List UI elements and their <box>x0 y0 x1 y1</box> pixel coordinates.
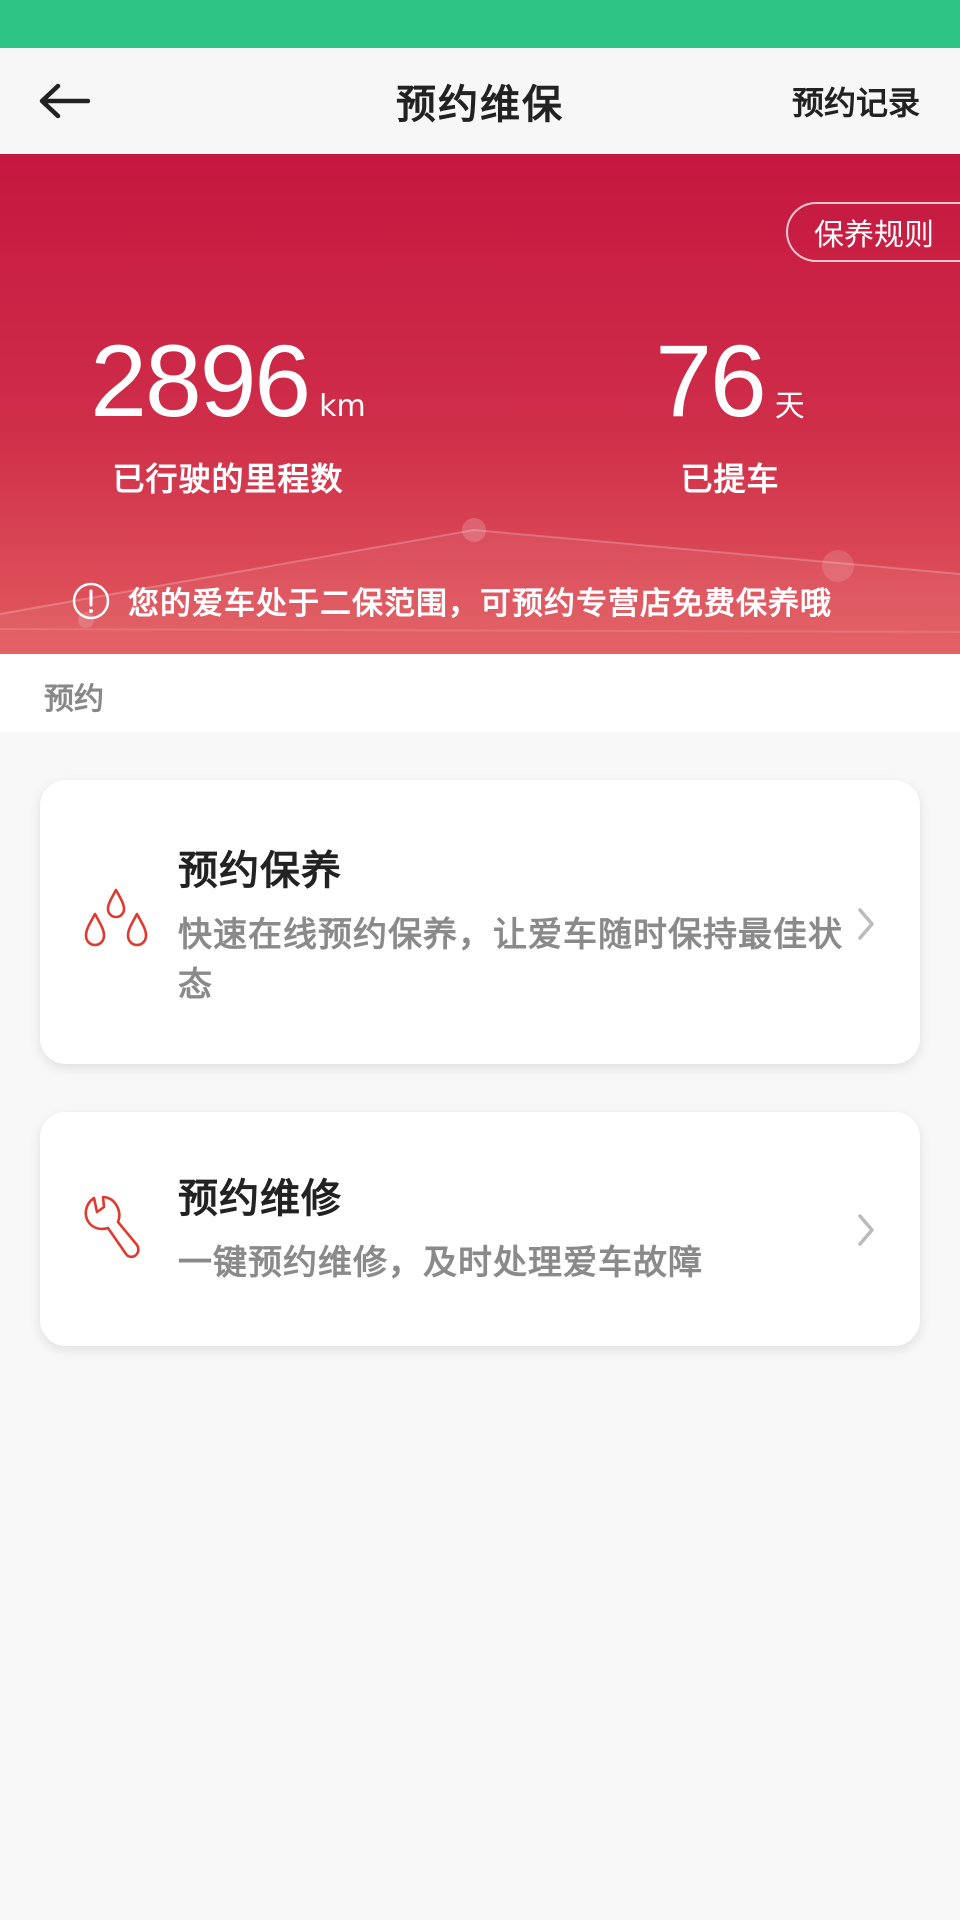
days-value: 76 <box>655 324 766 438</box>
card-description: 一键预约维修，及时处理爱车故障 <box>178 1243 703 1283</box>
mileage-label: 已行驶的里程数 <box>112 460 344 498</box>
maintenance-notice: 您的爱车处于二保范围，可预约专营店免费保养哦 <box>72 578 832 623</box>
section-header: 预约 <box>0 654 960 732</box>
chevron-right-icon <box>858 1214 874 1246</box>
wrench-icon <box>84 1195 140 1259</box>
days-label: 已提车 <box>680 460 780 498</box>
chevron-right-icon <box>858 908 874 940</box>
status-bar <box>0 0 960 48</box>
back-arrow-icon <box>39 83 90 119</box>
mileage-value: 2896 <box>90 324 311 438</box>
mileage-unit: km <box>319 389 366 424</box>
alert-icon <box>72 582 110 619</box>
mileage-stat: 2896 km 已行驶的里程数 <box>90 324 366 500</box>
booking-records-link[interactable]: 预约记录 <box>792 78 920 124</box>
section-title: 预约 <box>44 682 104 717</box>
card-title: 预约保养 <box>178 848 342 894</box>
mileage-banner: 保养规则 2896 km 已行驶的里程数 76 天 已提车 您的爱车处于二保范围… <box>0 154 960 654</box>
days-stat: 76 天 已提车 <box>640 330 820 500</box>
maintenance-rules-button[interactable]: 保养规则 <box>786 202 960 262</box>
days-unit: 天 <box>774 389 805 424</box>
card-description: 快速在线预约保养，让爱车随时保持最佳状态 <box>178 915 843 1005</box>
book-repair-card[interactable]: 预约维修 一键预约维修，及时处理爱车故障 <box>40 1112 920 1346</box>
page-title: 预约维保 <box>396 82 564 128</box>
back-button[interactable] <box>36 78 92 124</box>
notice-text: 您的爱车处于二保范围，可预约专营店免费保养哦 <box>128 586 832 622</box>
card-title: 预约维修 <box>178 1176 342 1222</box>
nav-bar: 预约维保 预约记录 <box>0 48 960 154</box>
oil-drops-icon <box>84 888 148 947</box>
book-maintenance-card[interactable]: 预约保养 快速在线预约保养，让爱车随时保持最佳状态 <box>40 780 920 1064</box>
